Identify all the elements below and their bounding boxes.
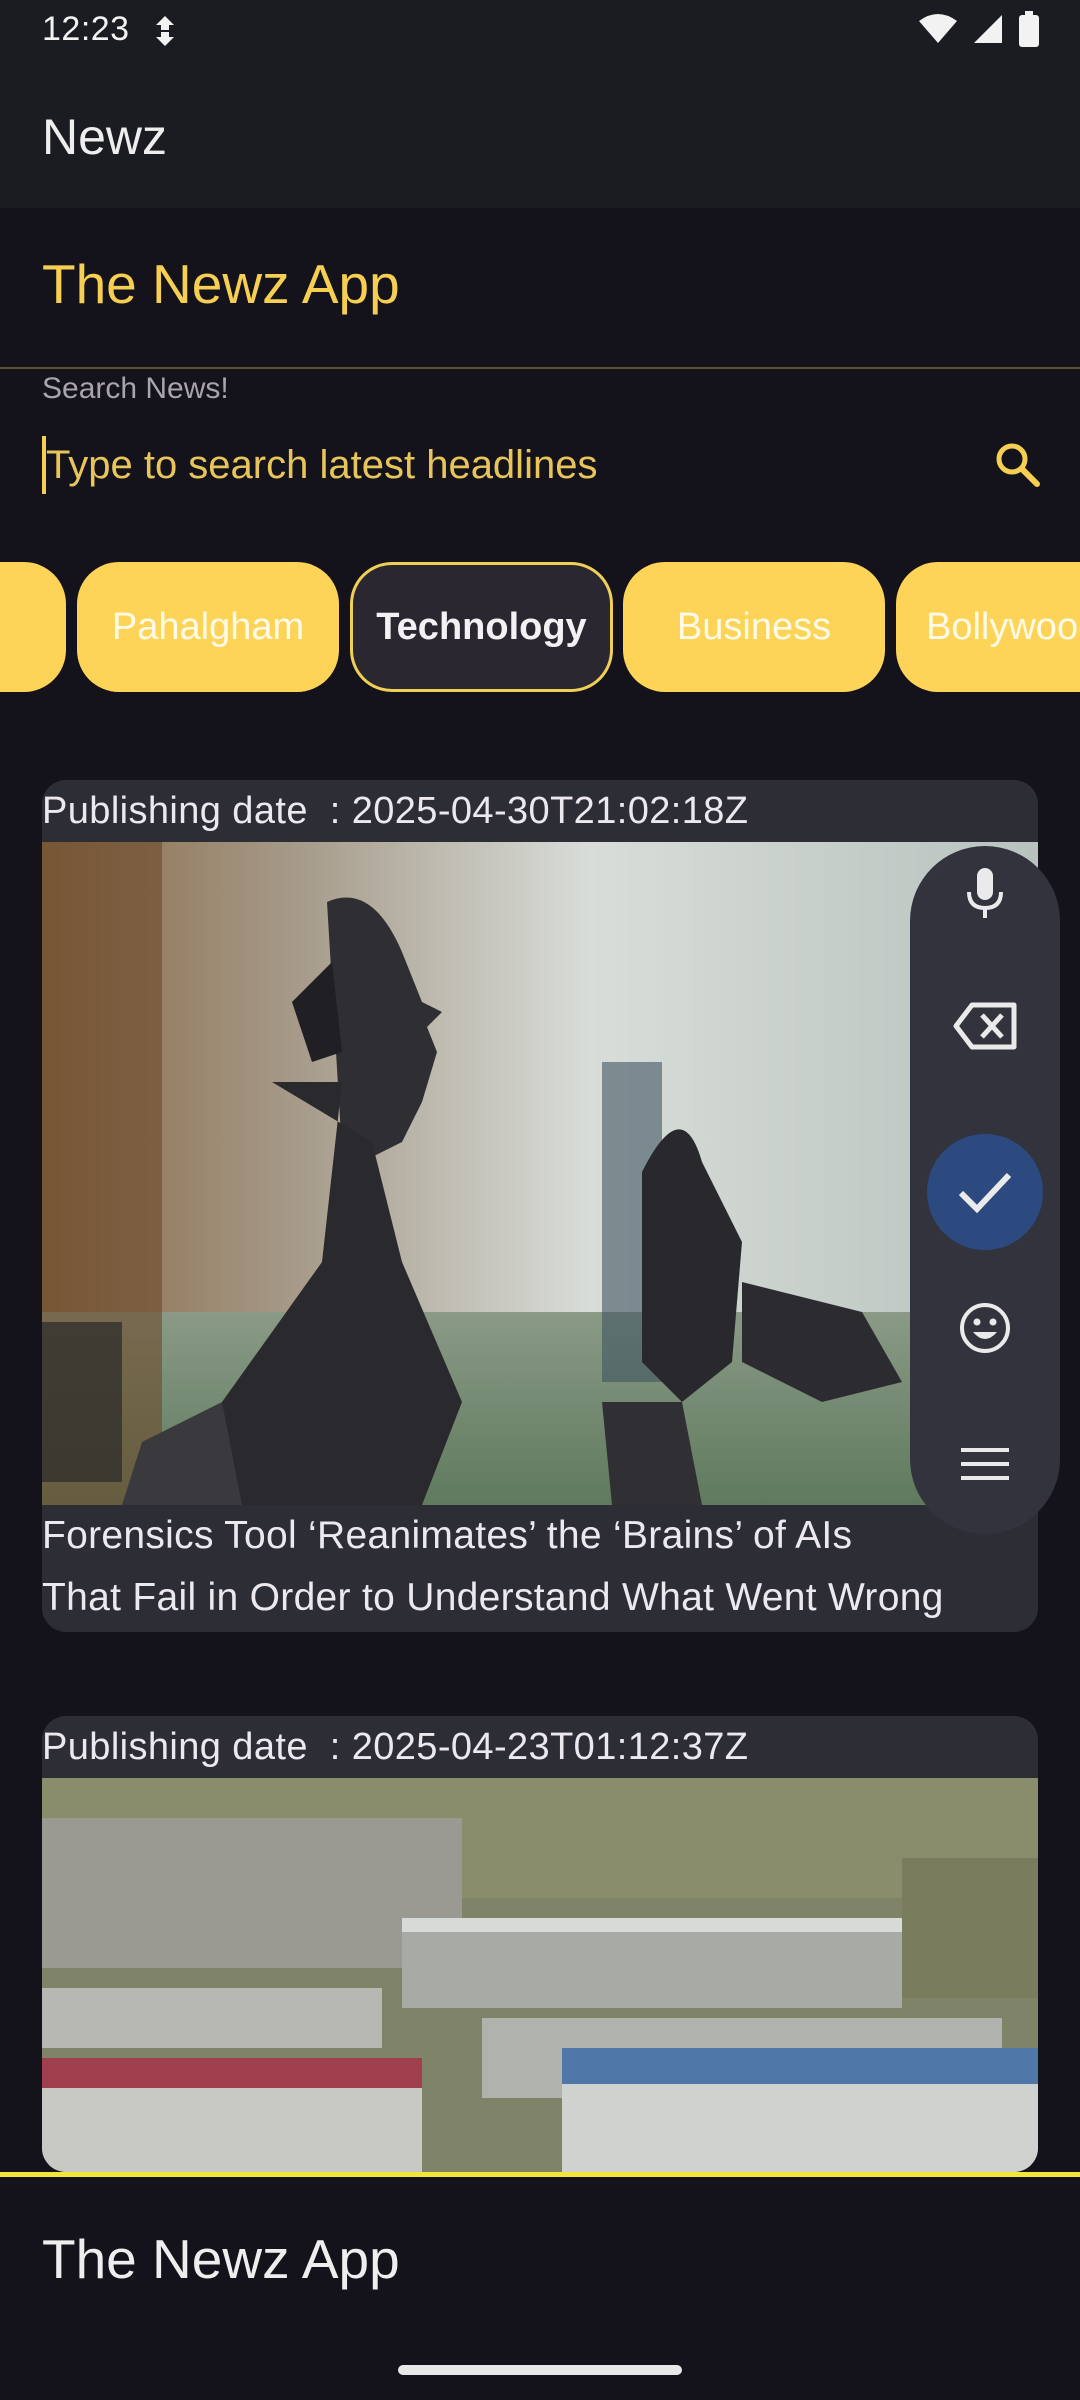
emoji-button[interactable] (927, 1270, 1043, 1386)
article-title-line: That Fail in Order to Understand What We… (42, 1576, 944, 1619)
date-value: : 2025-04-30T21:02:18Z (329, 790, 749, 832)
search-icon (996, 443, 1040, 487)
search-button[interactable] (985, 432, 1049, 496)
battery-icon (1018, 10, 1040, 52)
home-indicator[interactable] (398, 2365, 682, 2375)
search-input[interactable] (46, 430, 946, 500)
article-title-line: Forensics Tool ‘Reanimates’ the ‘Brains’… (42, 1514, 853, 1557)
date-label: Publishing date (42, 1726, 308, 1768)
category-chips: Pahalgham Technology Business Bollywood (0, 562, 1080, 692)
article-image[interactable] (42, 1778, 1038, 2172)
news-card[interactable]: Publishing date : 2025-04-30T21:02:18Z F… (42, 780, 1038, 1632)
publishing-date: Publishing date : 2025-04-30T21:02:18Z (42, 780, 748, 842)
menu-icon (961, 1448, 1009, 1480)
app-title: Newz (42, 109, 168, 165)
keyboard-toolbar (910, 846, 1060, 1534)
news-card[interactable]: Publishing date : 2025-04-23T01:12:37Z (42, 1716, 1038, 2172)
status-bar: 12:23 (0, 0, 1080, 62)
status-time: 12:23 (42, 10, 130, 48)
menu-button[interactable] (927, 1406, 1043, 1522)
chip-business[interactable]: Business (623, 562, 885, 692)
voice-input-button[interactable] (927, 836, 1043, 952)
robot-photo (42, 842, 1038, 1505)
chip-category-offscreen[interactable] (0, 562, 66, 692)
done-button[interactable] (927, 1134, 1043, 1250)
chip-technology[interactable]: Technology (350, 562, 613, 692)
divider (0, 367, 1080, 369)
chip-pahalgham[interactable]: Pahalgham (77, 562, 339, 692)
publishing-date: Publishing date : 2025-04-23T01:12:37Z (42, 1716, 748, 1778)
microphone-icon (967, 868, 1003, 918)
search-label: Search News! (42, 372, 229, 405)
article-image[interactable] (42, 842, 1038, 1505)
emoji-icon (960, 1303, 1010, 1353)
bottom-bar-title: The Newz App (42, 2228, 400, 2290)
data-saver-icon (150, 14, 180, 48)
app-bar: Newz (0, 62, 1080, 208)
backspace-button[interactable] (927, 968, 1043, 1084)
date-value: : 2025-04-23T01:12:37Z (329, 1726, 749, 1768)
industrial-site-photo (42, 1778, 1038, 2172)
chip-bollywood[interactable]: Bollywood (896, 562, 1080, 692)
page-heading: The Newz App (42, 253, 400, 315)
wifi-icon (918, 13, 958, 50)
backspace-icon (953, 1002, 1017, 1050)
status-icons (918, 10, 1040, 52)
date-label: Publishing date (42, 790, 308, 832)
cellular-signal-icon (972, 13, 1004, 50)
check-icon (958, 1172, 1012, 1214)
